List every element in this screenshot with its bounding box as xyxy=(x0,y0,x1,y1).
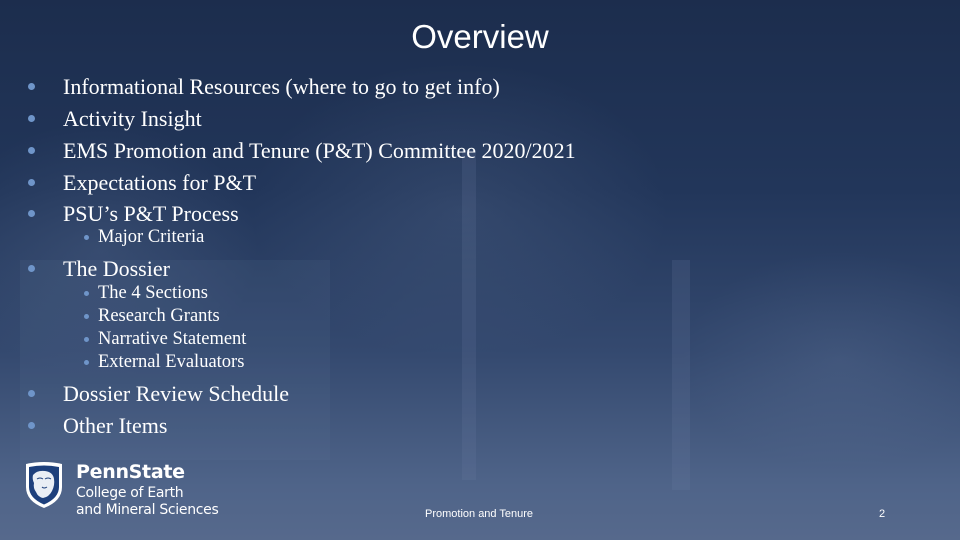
page-number: 2 xyxy=(879,508,886,520)
bullet-icon xyxy=(28,179,35,186)
bullet-icon xyxy=(28,147,35,154)
logo-college-line1: College of Earth xyxy=(76,485,184,501)
outline-item-text: Dossier Review Schedule xyxy=(63,381,290,406)
bullet-icon xyxy=(84,360,89,365)
bullet-icon xyxy=(84,314,89,319)
bullet-icon xyxy=(28,422,35,429)
outline-subitem: Major Criteria xyxy=(84,227,205,248)
outline-item: Expectations for P&T xyxy=(28,170,257,196)
logo-college-line2: and Mineral Sciences xyxy=(76,502,219,518)
logo-name: PennState xyxy=(76,461,185,483)
bullet-icon xyxy=(84,235,89,240)
nittany-lion-shield-icon xyxy=(26,462,62,508)
outline-item: Informational Resources (where to go to … xyxy=(28,74,500,100)
background-tree xyxy=(680,250,960,470)
outline-item-text: Major Criteria xyxy=(98,227,205,247)
outline-item-text: Expectations for P&T xyxy=(63,170,257,195)
outline-item-text: Activity Insight xyxy=(63,106,202,131)
outline-item-text: PSU’s P&T Process xyxy=(63,201,239,226)
outline-item-text: Informational Resources (where to go to … xyxy=(63,74,500,99)
outline-item-text: The 4 Sections xyxy=(98,283,208,303)
bullet-icon xyxy=(84,291,89,296)
bullet-icon xyxy=(28,390,35,397)
outline-item: Other Items xyxy=(28,413,168,439)
slide-title-text: Overview xyxy=(411,18,549,55)
outline-item: The Dossier xyxy=(28,256,170,282)
bullet-icon xyxy=(84,337,89,342)
outline-subitem: Research Grants xyxy=(84,306,220,327)
bullet-icon xyxy=(28,115,35,122)
outline-subitem: External Evaluators xyxy=(84,352,245,373)
bullet-icon xyxy=(28,265,35,272)
outline-item-text: The Dossier xyxy=(63,256,170,281)
background-trunk xyxy=(672,260,690,490)
outline-subitem: The 4 Sections xyxy=(84,283,208,304)
bullet-icon xyxy=(28,83,35,90)
outline-item-text: Research Grants xyxy=(98,306,220,326)
outline-item-text: Other Items xyxy=(63,413,168,438)
background-trunk xyxy=(462,150,476,480)
bullet-icon xyxy=(28,210,35,217)
outline-item: EMS Promotion and Tenure (P&T) Committee… xyxy=(28,138,576,164)
outline-subitem: Narrative Statement xyxy=(84,329,247,350)
outline-item: Activity Insight xyxy=(28,106,202,132)
outline-item: Dossier Review Schedule xyxy=(28,381,290,407)
outline-item-text: Narrative Statement xyxy=(98,329,247,349)
outline-item-text: External Evaluators xyxy=(98,352,245,372)
footer-title: Promotion and Tenure xyxy=(425,508,534,520)
outline-item: PSU’s P&T Process xyxy=(28,201,239,227)
slide-title: Overview xyxy=(0,18,960,56)
outline-item-text: EMS Promotion and Tenure (P&T) Committee… xyxy=(63,138,576,163)
